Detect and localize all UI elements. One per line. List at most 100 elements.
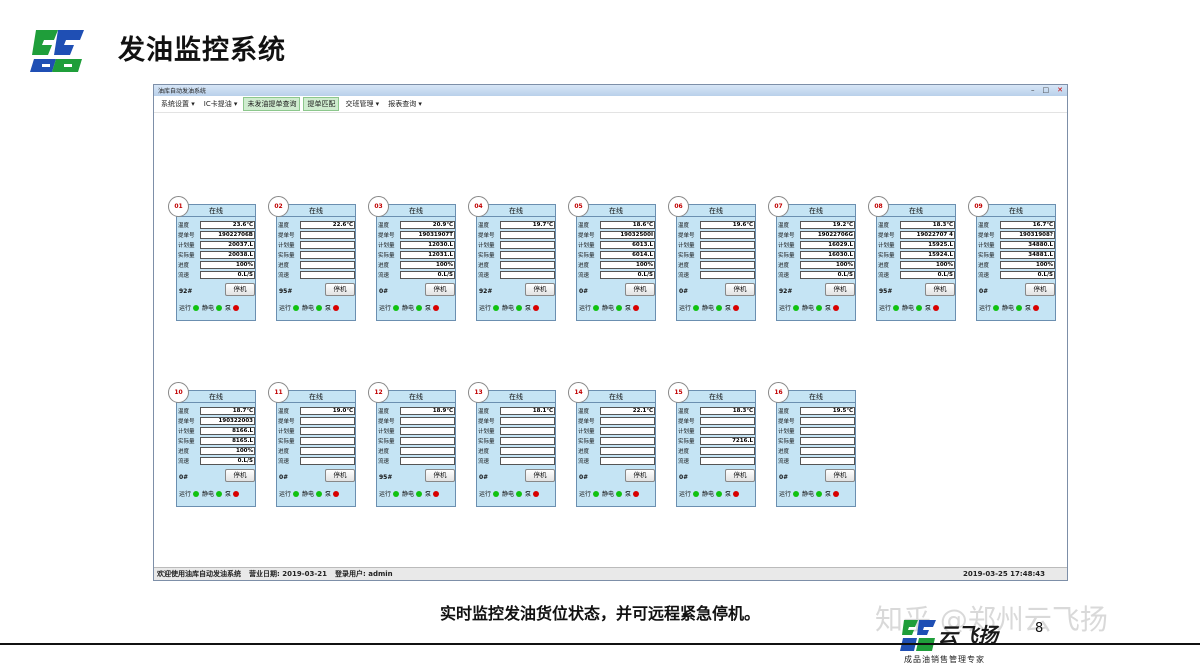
window-titlebar: 油库自动发油系统 – □ ✕ (154, 85, 1067, 96)
reading-label: 提单号 (178, 419, 195, 425)
menu-item[interactable]: IC卡提油 ▾ (201, 98, 241, 110)
menu-item[interactable]: 提单匹配 (303, 97, 340, 111)
reading-label: 计划量 (378, 243, 395, 249)
reading-row: 进度 100% (178, 446, 255, 456)
reading-label: 实际量 (578, 253, 595, 259)
reading-value-progress: 100% (800, 261, 855, 269)
emergency-stop-button[interactable]: 停机 (925, 283, 955, 296)
reading-row: 计划量 (578, 426, 655, 436)
run-label: 运行 (579, 305, 592, 312)
emergency-stop-button[interactable]: 停机 (525, 469, 555, 482)
lane-card: 08 在线 温度 18.3℃ 提单号 19022707 4 计划量 15925.L 实际量 159… (868, 196, 956, 321)
reading-row: 计划量 8166.L (178, 426, 255, 436)
emergency-stop-button[interactable]: 停机 (225, 469, 255, 482)
reading-label: 提单号 (278, 419, 295, 425)
reading-label: 温度 (478, 409, 490, 415)
reading-value-order: 19022706G (800, 231, 855, 239)
static-label: 静电 (602, 491, 615, 498)
menu-item[interactable]: 报表查询 ▾ (385, 98, 425, 110)
minimize-button[interactable]: – (1031, 86, 1035, 95)
reading-label: 温度 (778, 409, 790, 415)
reading-label: 计划量 (578, 243, 595, 249)
reading-row: 流速 0.L/S (878, 270, 955, 280)
lane-readings: 温度 18.7℃ 提单号 190322003 计划量 8166.L 实际量 8165.L 进度 1… (178, 406, 255, 466)
reading-label: 计划量 (778, 429, 795, 435)
reading-value-progress (300, 261, 355, 269)
reading-label: 提单号 (478, 419, 495, 425)
reading-label: 温度 (378, 409, 390, 415)
pump-indicator-icon (233, 490, 240, 497)
reading-label: 计划量 (278, 429, 295, 435)
menu-item[interactable]: 系统设置 ▾ (158, 98, 198, 110)
reading-row: 流速 (278, 456, 355, 466)
reading-label: 流速 (278, 459, 290, 465)
lane-card: 06 在线 温度 19.6℃ 提单号 计划量 实际量 进度 流速 0# 停机 运行 静电泵 (668, 196, 756, 321)
reading-value-order: 19032500I (600, 231, 655, 239)
lane-card: 16 在线 温度 19.5℃ 提单号 计划量 实际量 进度 流速 0# 停机 运行 静电泵 (768, 382, 856, 507)
emergency-stop-button[interactable]: 停机 (725, 283, 755, 296)
emergency-stop-button[interactable]: 停机 (825, 469, 855, 482)
emergency-stop-button[interactable]: 停机 (425, 283, 455, 296)
reading-row: 温度 19.0℃ (278, 406, 355, 416)
reading-label: 温度 (278, 223, 290, 229)
run-indicator-icon (793, 304, 800, 311)
emergency-stop-button[interactable]: 停机 (1025, 283, 1055, 296)
reading-value-order: 19022707 4 (900, 231, 955, 239)
reading-value-flow (500, 457, 555, 465)
company-logo-icon (30, 30, 84, 72)
pump-label: 泵 (425, 305, 432, 312)
reading-label: 进度 (678, 449, 690, 455)
reading-value-order (700, 231, 755, 239)
reading-row: 计划量 12030.L (378, 240, 455, 250)
menu-item[interactable]: 交班管理 ▾ (342, 98, 382, 110)
run-indicator-icon (193, 304, 200, 311)
reading-row: 计划量 (678, 426, 755, 436)
reading-row: 温度 22.6℃ (278, 220, 355, 230)
pump-label: 泵 (325, 305, 332, 312)
reading-label: 提单号 (578, 419, 595, 425)
lane-indicators: 运行 静电 泵 (579, 489, 656, 498)
reading-label: 实际量 (278, 439, 295, 445)
reading-row: 进度 100% (778, 260, 855, 270)
lane-indicators: 运行 静电 泵 (679, 489, 756, 498)
pump-indicator-icon (333, 490, 340, 497)
reading-value-flow: 0.L/S (1000, 271, 1055, 279)
reading-label: 计划量 (878, 243, 895, 249)
close-button[interactable]: ✕ (1057, 86, 1063, 95)
reading-row: 温度 19.6℃ (678, 220, 755, 230)
emergency-stop-button[interactable]: 停机 (825, 283, 855, 296)
static-indicator-icon (916, 304, 923, 311)
reading-value-actual: 12031.L (400, 251, 455, 259)
reading-value-order: 19031908? (1000, 231, 1055, 239)
fuel-grade: 0# (279, 474, 289, 481)
pump-label: 泵 (625, 305, 632, 312)
emergency-stop-button[interactable]: 停机 (725, 469, 755, 482)
menu-item[interactable]: 未发油提单查询 (243, 97, 301, 111)
run-indicator-icon (593, 490, 600, 497)
reading-label: 提单号 (678, 419, 695, 425)
reading-value-flow: 0.L/S (400, 271, 455, 279)
emergency-stop-button[interactable]: 停机 (225, 283, 255, 296)
lane-number-badge: 14 (568, 382, 589, 403)
run-label: 运行 (279, 305, 292, 312)
static-indicator-icon (716, 304, 723, 311)
static-label: 静电 (402, 491, 415, 498)
reading-label: 温度 (978, 223, 990, 229)
emergency-stop-button[interactable]: 停机 (325, 283, 355, 296)
maximize-button[interactable]: □ (1043, 86, 1050, 95)
reading-label: 流速 (178, 459, 190, 465)
reading-value-progress (400, 447, 455, 455)
reading-value-temp: 19.0℃ (300, 407, 355, 415)
reading-row: 温度 19.5℃ (778, 406, 855, 416)
fuel-grade: 92# (779, 288, 793, 295)
reading-label: 进度 (378, 449, 390, 455)
emergency-stop-button[interactable]: 停机 (325, 469, 355, 482)
reading-label: 流速 (178, 273, 190, 279)
emergency-stop-button[interactable]: 停机 (625, 283, 655, 296)
reading-label: 实际量 (478, 253, 495, 259)
emergency-stop-button[interactable]: 停机 (525, 283, 555, 296)
reading-value-flow: 0.L/S (900, 271, 955, 279)
emergency-stop-button[interactable]: 停机 (625, 469, 655, 482)
emergency-stop-button[interactable]: 停机 (425, 469, 455, 482)
run-indicator-icon (693, 490, 700, 497)
